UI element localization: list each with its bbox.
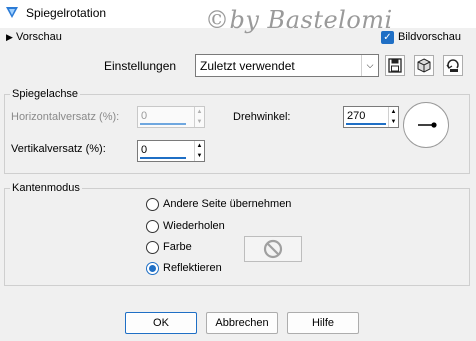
preview-checkbox[interactable]: ✓ (381, 31, 394, 44)
resource-manager-button[interactable] (414, 55, 434, 76)
radio-button[interactable] (146, 198, 159, 211)
rotation-angle-slider[interactable] (346, 123, 386, 125)
cancel-button[interactable]: Abbrechen (206, 312, 278, 334)
rotation-angle-label: Drehwinkel: (233, 111, 291, 123)
disabled-icon (263, 239, 283, 259)
spin-arrows-icon[interactable]: ▲ ▼ (194, 141, 204, 161)
radio-label: Reflektieren (163, 262, 222, 274)
vertical-offset-value: 0 (141, 144, 148, 156)
spin-arrows-icon: ▲ ▼ (194, 107, 204, 127)
radio-button[interactable] (146, 220, 159, 233)
vertical-offset-slider[interactable] (140, 157, 186, 159)
horizontal-offset-input: 0 ▲ ▼ (137, 106, 205, 128)
rotation-angle-input[interactable]: 270 ▲ ▼ (343, 106, 399, 128)
preview-checkbox-label: Bildvorschau (398, 31, 461, 43)
help-button[interactable]: Hilfe (287, 312, 359, 334)
settings-label: Einstellungen (104, 59, 177, 73)
horizontal-offset-label: Horizontalversatz (%): (11, 111, 120, 123)
reset-icon (446, 59, 459, 72)
window-title: Spiegelrotation (26, 6, 107, 20)
watermark: ©by Bastelomi (205, 6, 393, 34)
vertical-offset-label: Vertikalversatz (%): (11, 143, 106, 155)
radio-button[interactable] (146, 241, 159, 254)
color-swatch (244, 236, 302, 262)
spin-arrows-icon[interactable]: ▲ ▼ (388, 107, 398, 127)
save-preset-button[interactable] (385, 55, 405, 76)
radio-label: Farbe (163, 241, 192, 253)
chevron-down-icon[interactable]: ⌵ (361, 55, 378, 76)
settings-dropdown-value: Zuletzt verwendet (200, 59, 295, 73)
app-icon (4, 4, 20, 20)
reset-default-button[interactable] (443, 55, 463, 76)
settings-dropdown[interactable]: Zuletzt verwendet ⌵ (195, 54, 379, 77)
save-icon (388, 58, 402, 73)
rotation-dial[interactable] (403, 102, 449, 148)
mirror-axis-title: Spiegelachse (10, 88, 81, 100)
expand-arrow-icon: ▶ (6, 32, 13, 42)
ok-button[interactable]: OK (125, 312, 197, 334)
vertical-offset-input[interactable]: 0 ▲ ▼ (137, 140, 205, 162)
horizontal-offset-slider (140, 123, 186, 125)
mirror-axis-group (4, 94, 470, 174)
cube-icon (417, 58, 431, 73)
rotation-angle-value: 270 (347, 110, 366, 122)
radio-label: Andere Seite übernehmen (163, 198, 292, 210)
radio-button-checked[interactable] (146, 262, 159, 275)
preview-toggle-label: Vorschau (16, 31, 62, 43)
dial-pointer-icon (418, 122, 437, 128)
edge-mode-title: Kantenmodus (10, 182, 82, 194)
radio-label: Wiederholen (163, 220, 225, 232)
horizontal-offset-value: 0 (141, 110, 148, 122)
